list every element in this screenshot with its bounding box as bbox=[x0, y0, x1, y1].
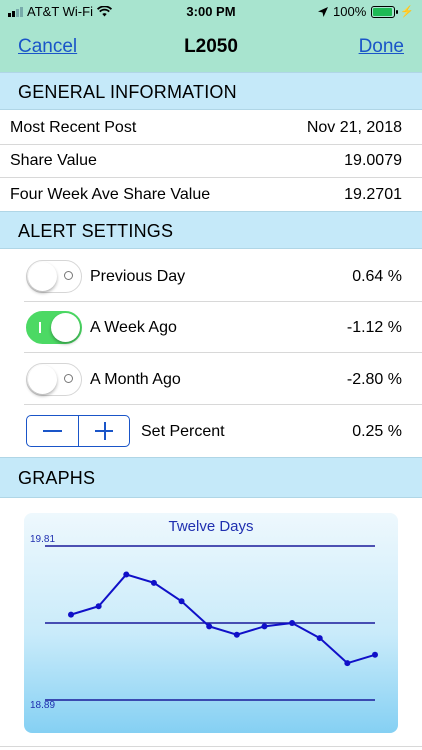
section-header-general: GENERAL INFORMATION bbox=[0, 72, 422, 110]
chart-point bbox=[206, 623, 213, 630]
info-value: Nov 21, 2018 bbox=[306, 118, 402, 136]
alert-value: 0.64 % bbox=[352, 267, 402, 285]
chart-point bbox=[344, 660, 351, 667]
alert-label: Previous Day bbox=[90, 267, 186, 285]
alert-row-previous-day: Previous Day 0.64 % bbox=[0, 251, 422, 302]
status-bar: AT&T Wi-Fi 3:00 PM 100% ⚡ bbox=[0, 0, 422, 24]
header-bar: AT&T Wi-Fi 3:00 PM 100% ⚡ Cancel L2050 D… bbox=[0, 0, 422, 72]
chart-point bbox=[123, 571, 130, 578]
set-percent-label: Set Percent bbox=[141, 422, 225, 440]
info-value: 19.0079 bbox=[344, 152, 402, 169]
alert-row-set-percent: Set Percent 0.25 % bbox=[0, 406, 422, 457]
month-ago-toggle[interactable] bbox=[26, 363, 82, 396]
chart-point bbox=[150, 579, 157, 586]
info-label: Share Value bbox=[10, 152, 97, 169]
info-label: Four Week Ave Share Value bbox=[10, 185, 211, 203]
toggle-knob bbox=[51, 313, 80, 342]
chart-tick-label: 19.81 bbox=[30, 534, 55, 545]
alert-value: -1.12 % bbox=[346, 318, 402, 336]
alert-row-month-ago: A Month Ago -2.80 % bbox=[0, 354, 422, 405]
chart-point bbox=[316, 635, 323, 642]
chart-series-line bbox=[70, 573, 376, 665]
battery-icon bbox=[371, 5, 399, 18]
alert-label: A Month Ago bbox=[90, 370, 181, 388]
chart-point bbox=[233, 631, 240, 638]
chart-point bbox=[178, 598, 185, 605]
battery-percent: 100% bbox=[333, 4, 367, 19]
alert-row-week-ago: A Week Ago -1.12 % bbox=[0, 302, 422, 353]
alert-label: A Week Ago bbox=[90, 318, 177, 336]
chart-point bbox=[261, 623, 268, 630]
previous-day-toggle[interactable] bbox=[26, 260, 82, 293]
info-value: 19.2701 bbox=[344, 185, 402, 203]
percent-stepper[interactable] bbox=[26, 415, 130, 447]
graph-card: Twelve Days 19.81 18.89 bbox=[24, 513, 398, 733]
increment-button[interactable] bbox=[77, 416, 130, 446]
decrement-button[interactable] bbox=[27, 416, 78, 446]
alert-value: -2.80 % bbox=[346, 370, 402, 388]
info-row-four-week-ave: Four Week Ave Share Value 19.2701 bbox=[0, 178, 422, 211]
toggle-on-icon bbox=[39, 322, 41, 333]
chart-point bbox=[372, 651, 378, 658]
toggle-knob bbox=[28, 365, 57, 394]
section-header-alerts: ALERT SETTINGS bbox=[0, 211, 422, 249]
chart-tick-label: 18.89 bbox=[30, 700, 55, 711]
twelve-day-chart: Twelve Days 19.81 18.89 bbox=[30, 518, 378, 711]
location-arrow-icon bbox=[318, 6, 329, 17]
toggle-off-icon bbox=[64, 271, 73, 280]
info-label: Most Recent Post bbox=[10, 118, 137, 136]
charging-bolt-icon: ⚡ bbox=[400, 6, 414, 18]
week-ago-toggle[interactable] bbox=[26, 311, 82, 344]
info-row-share-value: Share Value 19.0079 bbox=[0, 145, 422, 178]
bottom-divider bbox=[0, 746, 422, 747]
done-button[interactable]: Done bbox=[359, 36, 404, 58]
chart-title: Twelve Days bbox=[168, 518, 253, 535]
set-percent-value: 0.25 % bbox=[352, 422, 402, 440]
chart-point bbox=[68, 611, 74, 618]
toggle-off-icon bbox=[64, 374, 73, 383]
chart-point bbox=[289, 620, 296, 626]
toggle-knob bbox=[28, 262, 57, 291]
info-row-most-recent-post: Most Recent Post Nov 21, 2018 bbox=[0, 111, 422, 145]
chart-point bbox=[95, 603, 102, 610]
section-header-graphs: GRAPHS bbox=[0, 457, 422, 498]
